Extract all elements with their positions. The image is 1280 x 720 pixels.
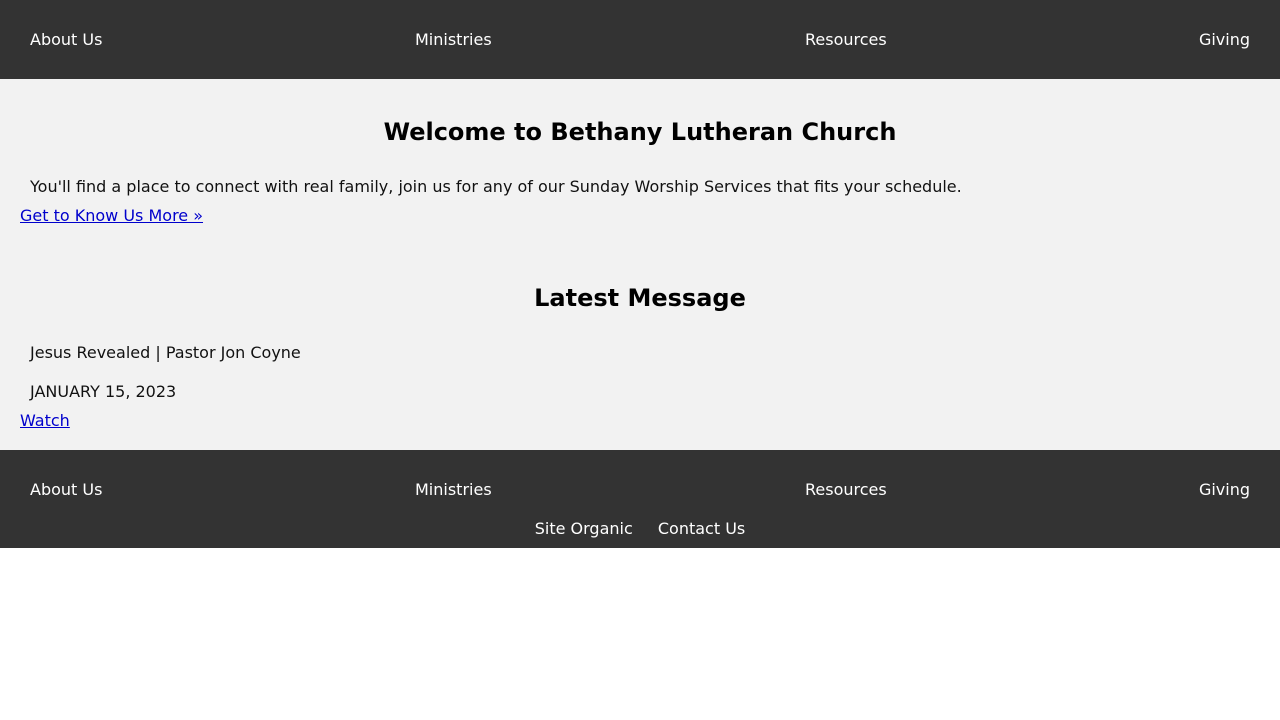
footer-contact-us[interactable]: Contact Us [658,519,745,538]
footer-resources[interactable]: Resources [805,480,887,499]
footer-ministries[interactable]: Ministries [415,480,492,499]
welcome-title: Welcome to Bethany Lutheran Church [383,118,897,146]
nav-resources[interactable]: Resources [805,30,887,49]
footer-site-organic[interactable]: Site Organic [535,519,633,538]
message-date: JANUARY 15, 2023 [30,382,177,401]
footer-giving[interactable]: Giving [1199,480,1250,499]
footer: About Us Ministries Resources Giving Sit… [0,450,1280,548]
nav-giving[interactable]: Giving [1199,30,1250,49]
nav-ministries[interactable]: Ministries [415,30,492,49]
nav-about-us[interactable]: About Us [30,30,102,49]
latest-message-title: Latest Message [534,284,746,312]
get-to-know-us-link[interactable]: Get to Know Us More » [20,206,203,225]
top-nav: About Us Ministries Resources Giving [0,0,1280,79]
watch-link[interactable]: Watch [20,411,70,430]
main-content: Welcome to Bethany Lutheran Church You'l… [0,79,1280,450]
message-title: Jesus Revealed | Pastor Jon Coyne [30,343,301,362]
footer-about-us[interactable]: About Us [30,480,102,499]
footer-secondary-links: Site Organic Contact Us [0,519,1280,538]
welcome-text: You'll find a place to connect with real… [30,177,962,196]
